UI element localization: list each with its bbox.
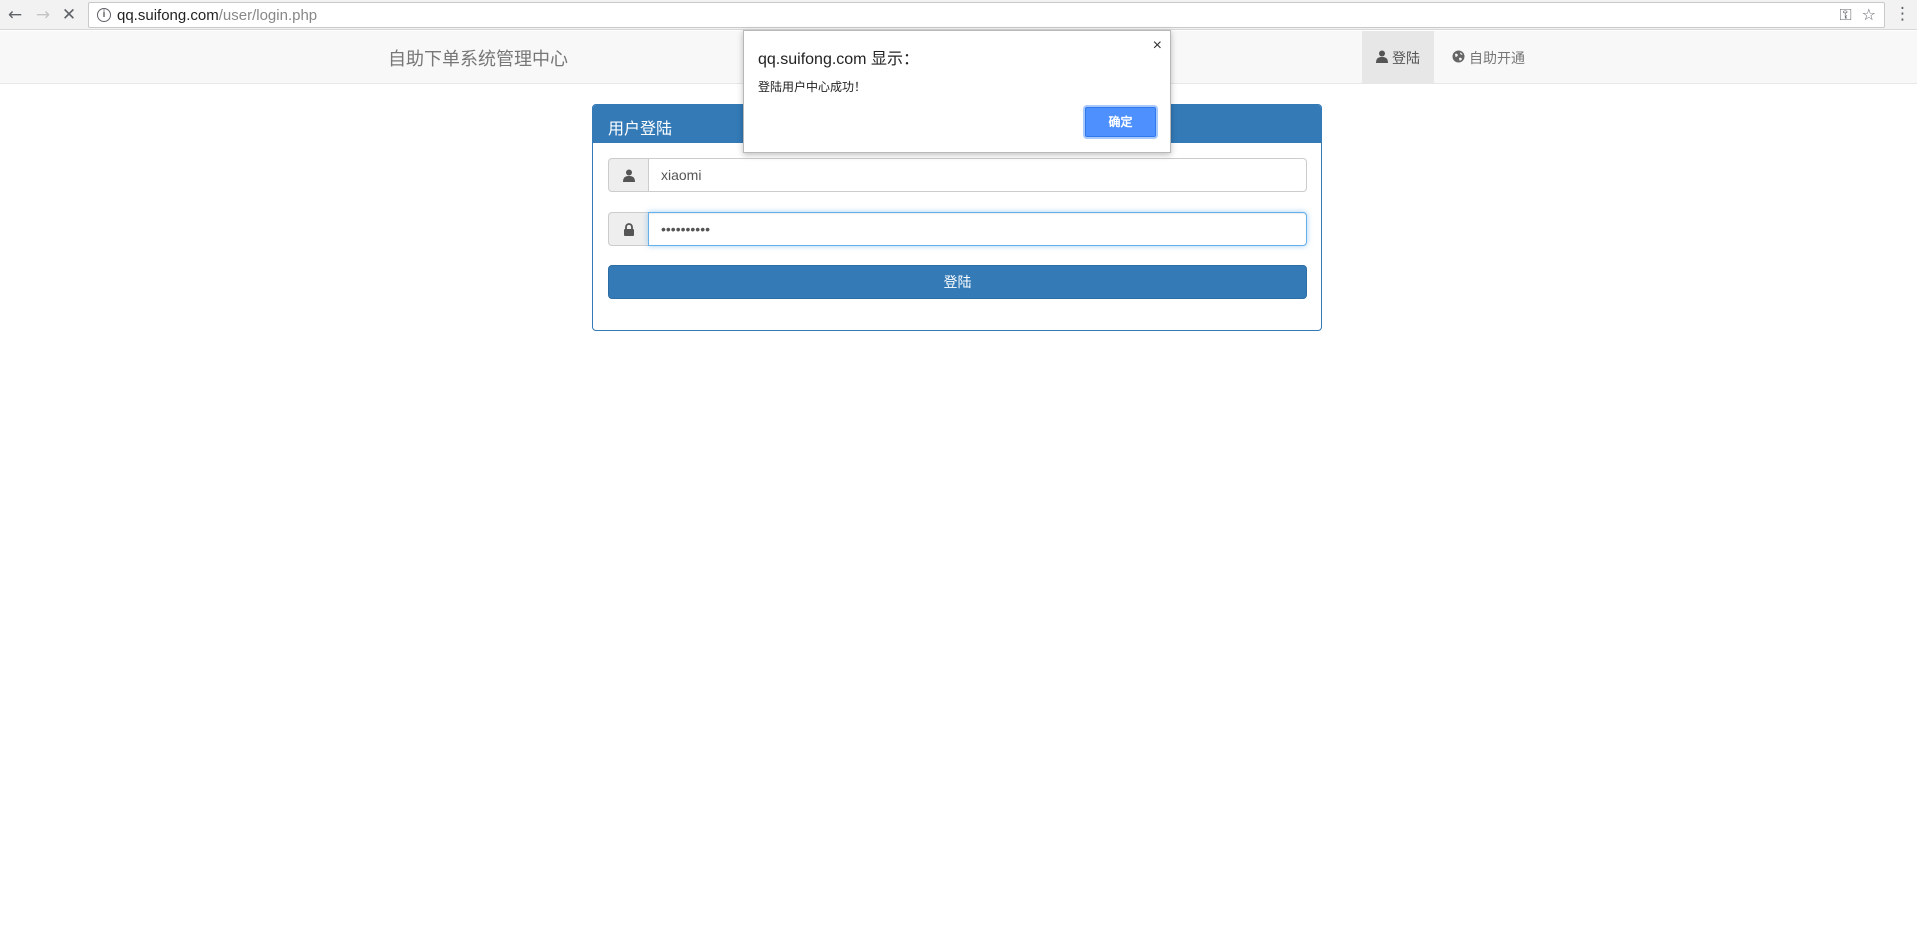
stop-icon[interactable]: ✕ <box>58 4 80 26</box>
ok-button[interactable]: 确定 <box>1085 107 1156 137</box>
globe-icon <box>1452 50 1465 66</box>
url-path: /user/login.php <box>218 6 318 24</box>
nav-item-label: 自助开通 <box>1469 49 1525 66</box>
brand-title[interactable]: 自助下单系统管理中心 <box>388 45 568 71</box>
address-bar[interactable]: i qq.suifong.com /user/login.php ⚿ ☆ <box>88 2 1885 28</box>
login-button[interactable]: 登陆 <box>608 265 1307 299</box>
browser-toolbar: ← → ✕ i qq.suifong.com /user/login.php ⚿… <box>0 0 1917 30</box>
menu-icon[interactable]: ⋮ <box>1894 4 1911 24</box>
star-icon[interactable]: ☆ <box>1862 5 1876 25</box>
password-group <box>608 212 1307 246</box>
nav-item-label: 登陆 <box>1392 49 1420 66</box>
nav-item-login[interactable]: 登陆 <box>1362 31 1434 84</box>
user-icon <box>608 158 648 192</box>
password-input[interactable] <box>648 212 1307 246</box>
alert-dialog: qq.suifong.com 显示： × 登陆用户中心成功！ 确定 <box>743 30 1171 153</box>
dialog-message: 登陆用户中心成功！ <box>758 80 867 94</box>
close-icon[interactable]: × <box>1153 37 1162 55</box>
lock-icon <box>608 212 648 246</box>
nav-item-self-open[interactable]: 自助开通 <box>1438 31 1539 84</box>
back-icon[interactable]: ← <box>4 4 26 26</box>
forward-icon[interactable]: → <box>32 4 54 26</box>
info-icon[interactable]: i <box>97 8 111 22</box>
dialog-title: qq.suifong.com 显示： <box>758 51 919 68</box>
key-icon[interactable]: ⚿ <box>1839 5 1851 25</box>
user-icon <box>1376 50 1388 66</box>
username-group <box>608 158 1307 192</box>
username-input[interactable] <box>648 158 1307 192</box>
url-host: qq.suifong.com <box>117 6 219 24</box>
